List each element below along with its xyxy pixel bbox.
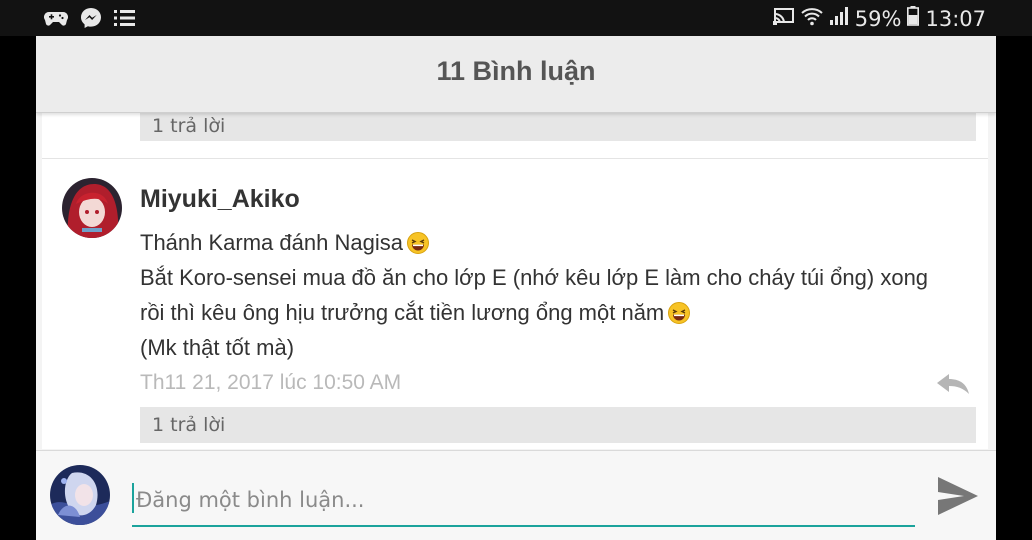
text-caret bbox=[132, 483, 134, 513]
comment-line: Thánh Karma đánh Nagisa bbox=[140, 225, 980, 260]
battery-percent: 59% bbox=[854, 6, 902, 31]
status-right: 59% 13:07 bbox=[772, 6, 986, 31]
page-title: 11 Bình luận bbox=[436, 56, 596, 86]
screen: 59% 13:07 11 Bình luận 1 trả lời Miyuki_… bbox=[0, 0, 1032, 540]
avatar[interactable] bbox=[62, 178, 122, 238]
header: 11 Bình luận bbox=[36, 36, 996, 113]
comment-author[interactable]: Miyuki_Akiko bbox=[140, 185, 300, 214]
comment-line: Bắt Koro-sensei mua đồ ăn cho lớp E (nhớ… bbox=[140, 265, 929, 290]
send-icon bbox=[938, 477, 978, 515]
status-bar: 59% 13:07 bbox=[0, 0, 1032, 36]
comment-divider bbox=[42, 158, 988, 159]
list-icon bbox=[114, 8, 136, 33]
gamepad-icon bbox=[44, 8, 68, 33]
comments-screen: 11 Bình luận 1 trả lời Miyuki_Akiko Thán… bbox=[36, 36, 996, 540]
messenger-icon bbox=[80, 7, 102, 34]
avatar bbox=[50, 465, 110, 525]
view-replies-button[interactable]: 1 trả lời bbox=[140, 407, 976, 443]
battery-icon bbox=[907, 6, 920, 31]
comment-line: rồi thì kêu ông hịu trưởng cắt tiền lươn… bbox=[140, 295, 980, 330]
comment-timestamp: Th11 21, 2017 lúc 10:50 AM bbox=[140, 371, 402, 394]
comment-input[interactable] bbox=[132, 475, 915, 527]
send-button[interactable] bbox=[936, 475, 980, 517]
comment-list[interactable]: 1 trả lời Miyuki_Akiko Thánh Karma đánh … bbox=[42, 113, 988, 449]
comment-text: Thánh Karma đánh Nagisa Bắt Koro-sensei … bbox=[140, 225, 980, 365]
cast-icon bbox=[772, 6, 795, 31]
reply-arrow-icon[interactable] bbox=[936, 373, 970, 395]
comment-line: (Mk thật tốt mà) bbox=[140, 335, 295, 360]
view-replies-button[interactable]: 1 trả lời bbox=[140, 113, 976, 141]
comment-line-text: rồi thì kêu ông hịu trưởng cắt tiền lươn… bbox=[140, 300, 665, 325]
laughing-emoji-icon bbox=[406, 229, 429, 254]
comment-composer bbox=[36, 450, 996, 540]
wifi-icon bbox=[801, 6, 823, 31]
status-left bbox=[44, 7, 136, 34]
comment-line-text: Thánh Karma đánh Nagisa bbox=[140, 230, 403, 255]
signal-icon bbox=[829, 6, 849, 31]
laughing-emoji-icon bbox=[668, 299, 691, 324]
clock: 13:07 bbox=[925, 6, 986, 31]
